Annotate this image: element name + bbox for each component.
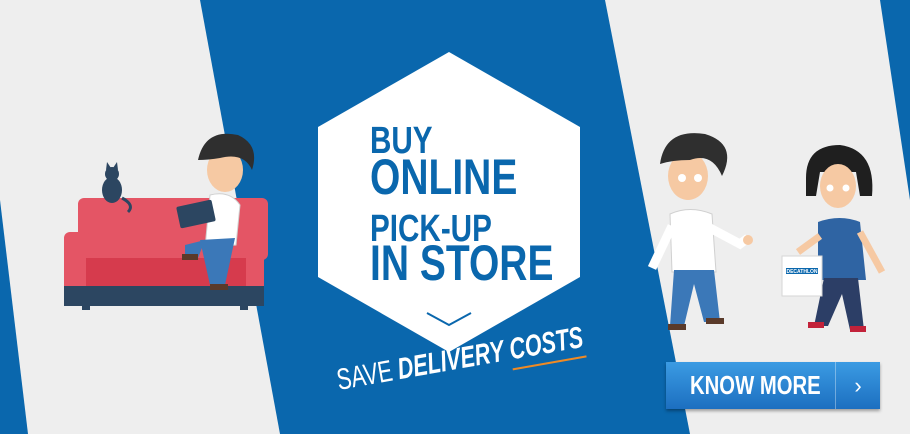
bag-brand-text: DECATHLON (786, 269, 817, 275)
know-more-label: KNOW MORE (690, 370, 821, 400)
chevron-right-icon: › (835, 362, 880, 409)
headline-in-store: IN STORE (370, 235, 554, 291)
tagline-delivery: DELIVERY (395, 334, 507, 387)
headline-online: ONLINE (370, 149, 518, 205)
promo-message: BUY ONLINE PICK-UP IN STORE (318, 52, 580, 352)
tagline-costs: COSTS (506, 320, 587, 371)
know-more-button[interactable]: KNOW MORE › (666, 362, 880, 409)
promo-banner: DECATHLON BUY ONLINE PICK-UP IN STORE SA… (0, 0, 910, 434)
tagline-save: SAVE (334, 354, 396, 397)
